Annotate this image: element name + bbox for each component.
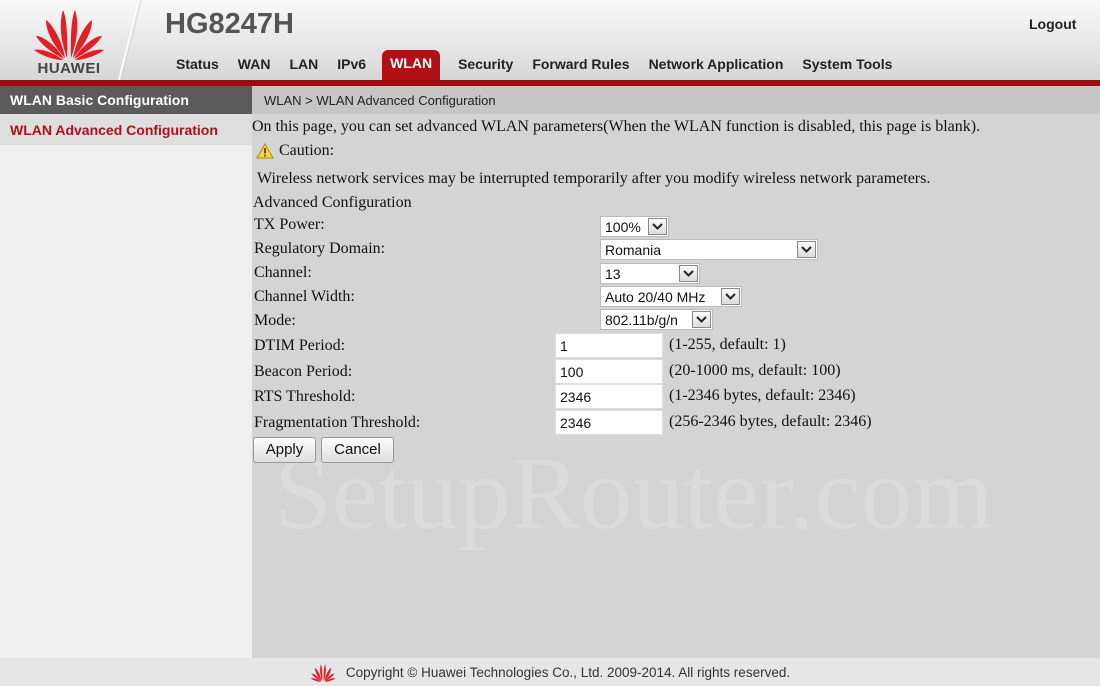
regulatory-domain-value: Romania [605, 242, 662, 258]
footer: Copyright © Huawei Technologies Co., Ltd… [0, 658, 1100, 686]
nav-wan[interactable]: WAN [230, 50, 279, 80]
brand-name: HUAWEI [37, 60, 101, 77]
device-model: HG8247H [165, 8, 294, 40]
nav-ipv6[interactable]: IPv6 [329, 50, 374, 80]
logout-link[interactable]: Logout [1029, 16, 1076, 32]
warning-triangle-icon [256, 143, 274, 159]
tx-power-select[interactable]: 100% [600, 216, 669, 237]
regulatory-domain-select[interactable]: Romania [600, 239, 818, 260]
main-content: WLAN > WLAN Advanced Configuration Setup… [252, 86, 1100, 658]
beacon-period-hint: (20-1000 ms, default: 100) [669, 362, 841, 379]
sidebar: WLAN Basic Configuration WLAN Advanced C… [0, 86, 252, 658]
channel-width-select[interactable]: Auto 20/40 MHz [600, 286, 742, 307]
nav-lan[interactable]: LAN [281, 50, 326, 80]
dtim-period-label: DTIM Period: [254, 337, 346, 354]
huawei-flower-icon [310, 664, 336, 682]
channel-width-label: Channel Width: [254, 288, 355, 305]
rts-threshold-hint: (1-2346 bytes, default: 2346) [669, 387, 856, 404]
beacon-period-input[interactable]: 100 [555, 359, 663, 384]
sidebar-item-wlan-advanced[interactable]: WLAN Advanced Configuration [0, 114, 252, 145]
chevron-down-icon [692, 311, 711, 328]
breadcrumb: WLAN > WLAN Advanced Configuration [252, 86, 1100, 114]
channel-label: Channel: [254, 264, 312, 281]
nav-network-application[interactable]: Network Application [641, 50, 792, 80]
chevron-down-icon [797, 241, 816, 258]
nav-status[interactable]: Status [168, 50, 227, 80]
sidebar-item-wlan-basic[interactable]: WLAN Basic Configuration [0, 86, 252, 114]
mode-value: 802.11b/g/n [605, 312, 678, 328]
page-intro: On this page, you can set advanced WLAN … [252, 118, 981, 135]
rts-threshold-label: RTS Threshold: [254, 388, 356, 405]
beacon-period-label: Beacon Period: [254, 363, 353, 380]
tx-power-label: TX Power: [254, 216, 325, 233]
fragmentation-threshold-label: Fragmentation Threshold: [254, 414, 421, 431]
header-divider [118, 0, 140, 80]
dtim-period-hint: (1-255, default: 1) [669, 336, 786, 353]
regulatory-domain-label: Regulatory Domain: [254, 240, 386, 257]
caution: Caution: [256, 142, 334, 160]
cancel-button[interactable]: Cancel [321, 437, 394, 463]
header: HUAWEI HG8247H Logout Status WAN LAN IPv… [0, 0, 1100, 80]
caution-label: Caution: [279, 142, 335, 159]
copyright-text: Copyright © Huawei Technologies Co., Ltd… [345, 664, 791, 680]
mode-label: Mode: [254, 312, 296, 329]
nav-forward-rules[interactable]: Forward Rules [524, 50, 637, 80]
channel-width-value: Auto 20/40 MHz [605, 289, 706, 305]
tx-power-value: 100% [605, 219, 641, 235]
chevron-down-icon [721, 288, 740, 305]
fragmentation-threshold-hint: (256-2346 bytes, default: 2346) [669, 413, 872, 430]
dtim-period-input[interactable]: 1 [555, 333, 663, 358]
main-nav: Status WAN LAN IPv6 WLAN Security Forwar… [168, 50, 903, 80]
caution-text: Wireless network services may be interru… [257, 170, 931, 187]
fragmentation-threshold-input[interactable]: 2346 [555, 410, 663, 435]
section-title: Advanced Configuration [253, 194, 412, 211]
nav-wlan[interactable]: WLAN [382, 50, 441, 80]
rts-threshold-input[interactable]: 2346 [555, 384, 663, 409]
chevron-down-icon [648, 218, 667, 235]
huawei-flower-icon [34, 10, 104, 60]
mode-select[interactable]: 802.11b/g/n [600, 309, 713, 330]
nav-security[interactable]: Security [450, 50, 521, 80]
channel-value: 13 [605, 266, 621, 282]
huawei-logo: HUAWEI [24, 4, 114, 77]
apply-button[interactable]: Apply [253, 437, 316, 463]
chevron-down-icon [679, 265, 698, 282]
channel-select[interactable]: 13 [600, 263, 700, 284]
nav-system-tools[interactable]: System Tools [794, 50, 900, 80]
